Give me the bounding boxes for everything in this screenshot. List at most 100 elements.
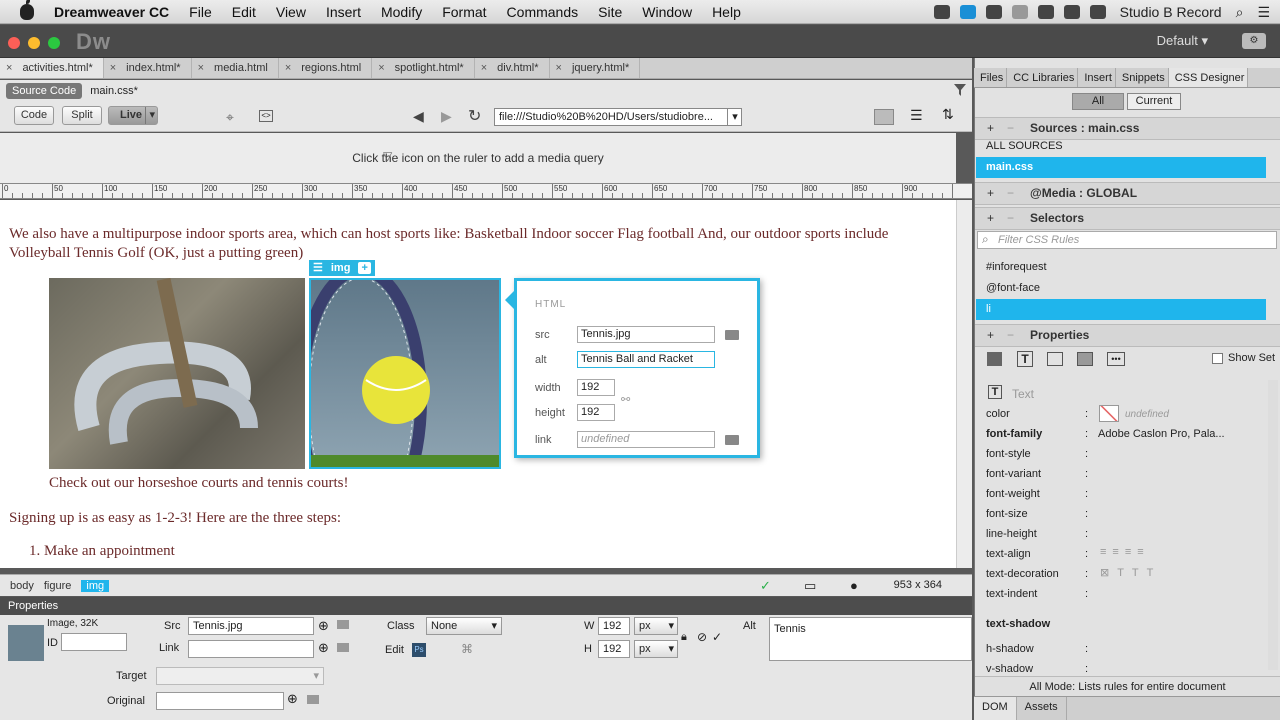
- id-field[interactable]: [61, 633, 127, 651]
- time-machine-icon[interactable]: [1011, 5, 1028, 19]
- crumb-body[interactable]: body: [10, 580, 34, 592]
- paragraph[interactable]: We also have a multipurpose indoor sport…: [9, 225, 929, 263]
- folder-icon[interactable]: [337, 643, 349, 652]
- prop-text-align[interactable]: text-align: [986, 548, 1031, 560]
- link-field[interactable]: undefined: [577, 431, 715, 448]
- skype-icon[interactable]: [959, 5, 976, 19]
- show-set-checkbox[interactable]: [1212, 353, 1223, 364]
- menu-format[interactable]: Format: [442, 4, 486, 20]
- menu-edit[interactable]: Edit: [232, 4, 256, 20]
- selector-font-face[interactable]: @font-face: [976, 278, 1266, 299]
- add-selector-icon[interactable]: +: [987, 208, 994, 229]
- selector-inforequest[interactable]: #inforequest: [976, 257, 1266, 278]
- live-view-button[interactable]: Live ▾: [108, 106, 158, 125]
- menu-modify[interactable]: Modify: [381, 4, 422, 20]
- tab-div[interactable]: × div.html*: [475, 58, 550, 78]
- notification-icon[interactable]: ☰: [1257, 4, 1270, 21]
- more-category-icon[interactable]: •••: [1107, 352, 1125, 366]
- tennis-image[interactable]: [309, 278, 501, 469]
- source-main-css[interactable]: main.css: [976, 157, 1266, 178]
- tab-insert[interactable]: Insert: [1078, 68, 1116, 87]
- folder-icon[interactable]: [725, 435, 739, 445]
- format-icon[interactable]: ☰: [309, 260, 327, 276]
- remove-property-icon[interactable]: −: [1007, 325, 1014, 346]
- ruler[interactable]: 0 50 100 150 200 250 300 350 400 450 500 550 600 650 7…: [0, 183, 972, 199]
- selectors-section[interactable]: + − Selectors: [975, 207, 1280, 230]
- width-field[interactable]: 192: [577, 379, 615, 396]
- paragraph[interactable]: Signing up is as easy as 1-2-3! Here are…: [9, 510, 341, 527]
- chevron-down-icon[interactable]: ▾: [727, 108, 742, 126]
- prop-text-indent[interactable]: text-indent: [986, 588, 1037, 600]
- tab-files[interactable]: Files: [974, 68, 1008, 87]
- list-item[interactable]: 1. Make an appointment: [29, 543, 175, 560]
- alt-field[interactable]: Tennis Ball and Racket: [577, 351, 715, 368]
- tab-jquery[interactable]: × jquery.html*: [550, 58, 641, 78]
- sync-settings-icon[interactable]: ⚙: [1242, 33, 1266, 49]
- add-media-icon[interactable]: +: [987, 183, 994, 204]
- prop-line-height[interactable]: line-height: [986, 528, 1037, 540]
- live-view[interactable]: We also have a multipurpose indoor sport…: [0, 200, 956, 568]
- filter-icon[interactable]: [954, 84, 966, 96]
- width-unit-select[interactable]: px ▾: [634, 617, 678, 635]
- prop-font-family[interactable]: font-family: [986, 428, 1042, 440]
- tab-snippets[interactable]: Snippets: [1116, 68, 1169, 87]
- linting-ok-icon[interactable]: ✓: [760, 578, 771, 594]
- volume-icon[interactable]: [1089, 5, 1106, 19]
- chevron-down-icon[interactable]: ▾: [145, 107, 155, 124]
- link-dimensions-icon[interactable]: ⚯: [621, 393, 630, 406]
- original-field[interactable]: [156, 692, 284, 710]
- tab-spotlight[interactable]: × spotlight.html*: [372, 58, 475, 78]
- menu-insert[interactable]: Insert: [326, 4, 361, 20]
- close-window-button[interactable]: [8, 37, 20, 49]
- menu-window[interactable]: Window: [642, 4, 692, 20]
- text-align-icons[interactable]: ≡≡≡≡: [1100, 546, 1150, 558]
- point-to-file-icon[interactable]: ⊕: [318, 618, 329, 634]
- folder-icon[interactable]: [725, 330, 739, 340]
- link-field[interactable]: [188, 640, 314, 658]
- visual-media-queries-icon[interactable]: [874, 109, 894, 125]
- back-arrow-icon[interactable]: ◀: [413, 108, 424, 125]
- prop-h-shadow[interactable]: h-shadow: [986, 643, 1034, 655]
- apple-icon[interactable]: [20, 0, 34, 20]
- menu-help[interactable]: Help: [712, 4, 741, 20]
- window-size[interactable]: 953 x 364: [894, 579, 942, 591]
- file-management-icon[interactable]: ☰: [910, 107, 923, 124]
- prop-text-shadow[interactable]: text-shadow: [986, 618, 1050, 630]
- menu-view[interactable]: View: [276, 4, 306, 20]
- media-section[interactable]: + − @Media : GLOBAL: [975, 182, 1280, 205]
- close-tab-icon[interactable]: ×: [285, 62, 291, 74]
- properties-section[interactable]: + − Properties: [975, 324, 1280, 347]
- prop-font-variant[interactable]: font-variant: [986, 468, 1041, 480]
- tab-assets[interactable]: Assets: [1017, 697, 1067, 720]
- address-field[interactable]: file:///Studio%20B%20HD/Users/studiobre.…: [494, 108, 742, 126]
- folder-icon[interactable]: [307, 695, 319, 704]
- preview-in-browser-icon[interactable]: ●: [850, 578, 858, 593]
- tab-media[interactable]: × media.html: [192, 58, 279, 78]
- tab-activities[interactable]: × activities.html*: [0, 58, 104, 78]
- related-file-main-css[interactable]: main.css*: [90, 85, 138, 97]
- prop-color[interactable]: color: [986, 408, 1010, 420]
- reset-size-icon[interactable]: ⊘: [697, 630, 707, 644]
- dropbox-icon[interactable]: [933, 5, 950, 19]
- code-view-button[interactable]: Code: [14, 106, 54, 125]
- height-unit-select[interactable]: px ▾: [634, 640, 678, 658]
- app-menu[interactable]: Dreamweaver CC: [54, 4, 169, 20]
- text-category-icon[interactable]: T: [1017, 351, 1033, 367]
- point-to-file-icon[interactable]: ⊕: [287, 691, 298, 707]
- crumb-img[interactable]: img: [81, 579, 110, 592]
- live-code-icon[interactable]: <>: [259, 110, 273, 122]
- prop-text-decoration[interactable]: text-decoration: [986, 568, 1059, 580]
- prop-font-size[interactable]: font-size: [986, 508, 1028, 520]
- height-field[interactable]: 192: [577, 404, 615, 421]
- text-decoration-icons[interactable]: ⊠TTT: [1100, 566, 1161, 579]
- border-category-icon[interactable]: [1047, 352, 1063, 366]
- close-tab-icon[interactable]: ×: [556, 62, 562, 74]
- preview-icon[interactable]: ⇅: [942, 106, 954, 123]
- horseshoe-image[interactable]: [49, 277, 305, 469]
- all-button[interactable]: All: [1072, 93, 1124, 110]
- point-to-file-icon[interactable]: ⊕: [318, 640, 329, 656]
- class-select[interactable]: None ▾: [426, 617, 502, 635]
- lock-icon[interactable]: 🔒︎: [681, 631, 687, 644]
- split-view-button[interactable]: Split: [62, 106, 102, 125]
- height-field[interactable]: 192: [598, 640, 630, 658]
